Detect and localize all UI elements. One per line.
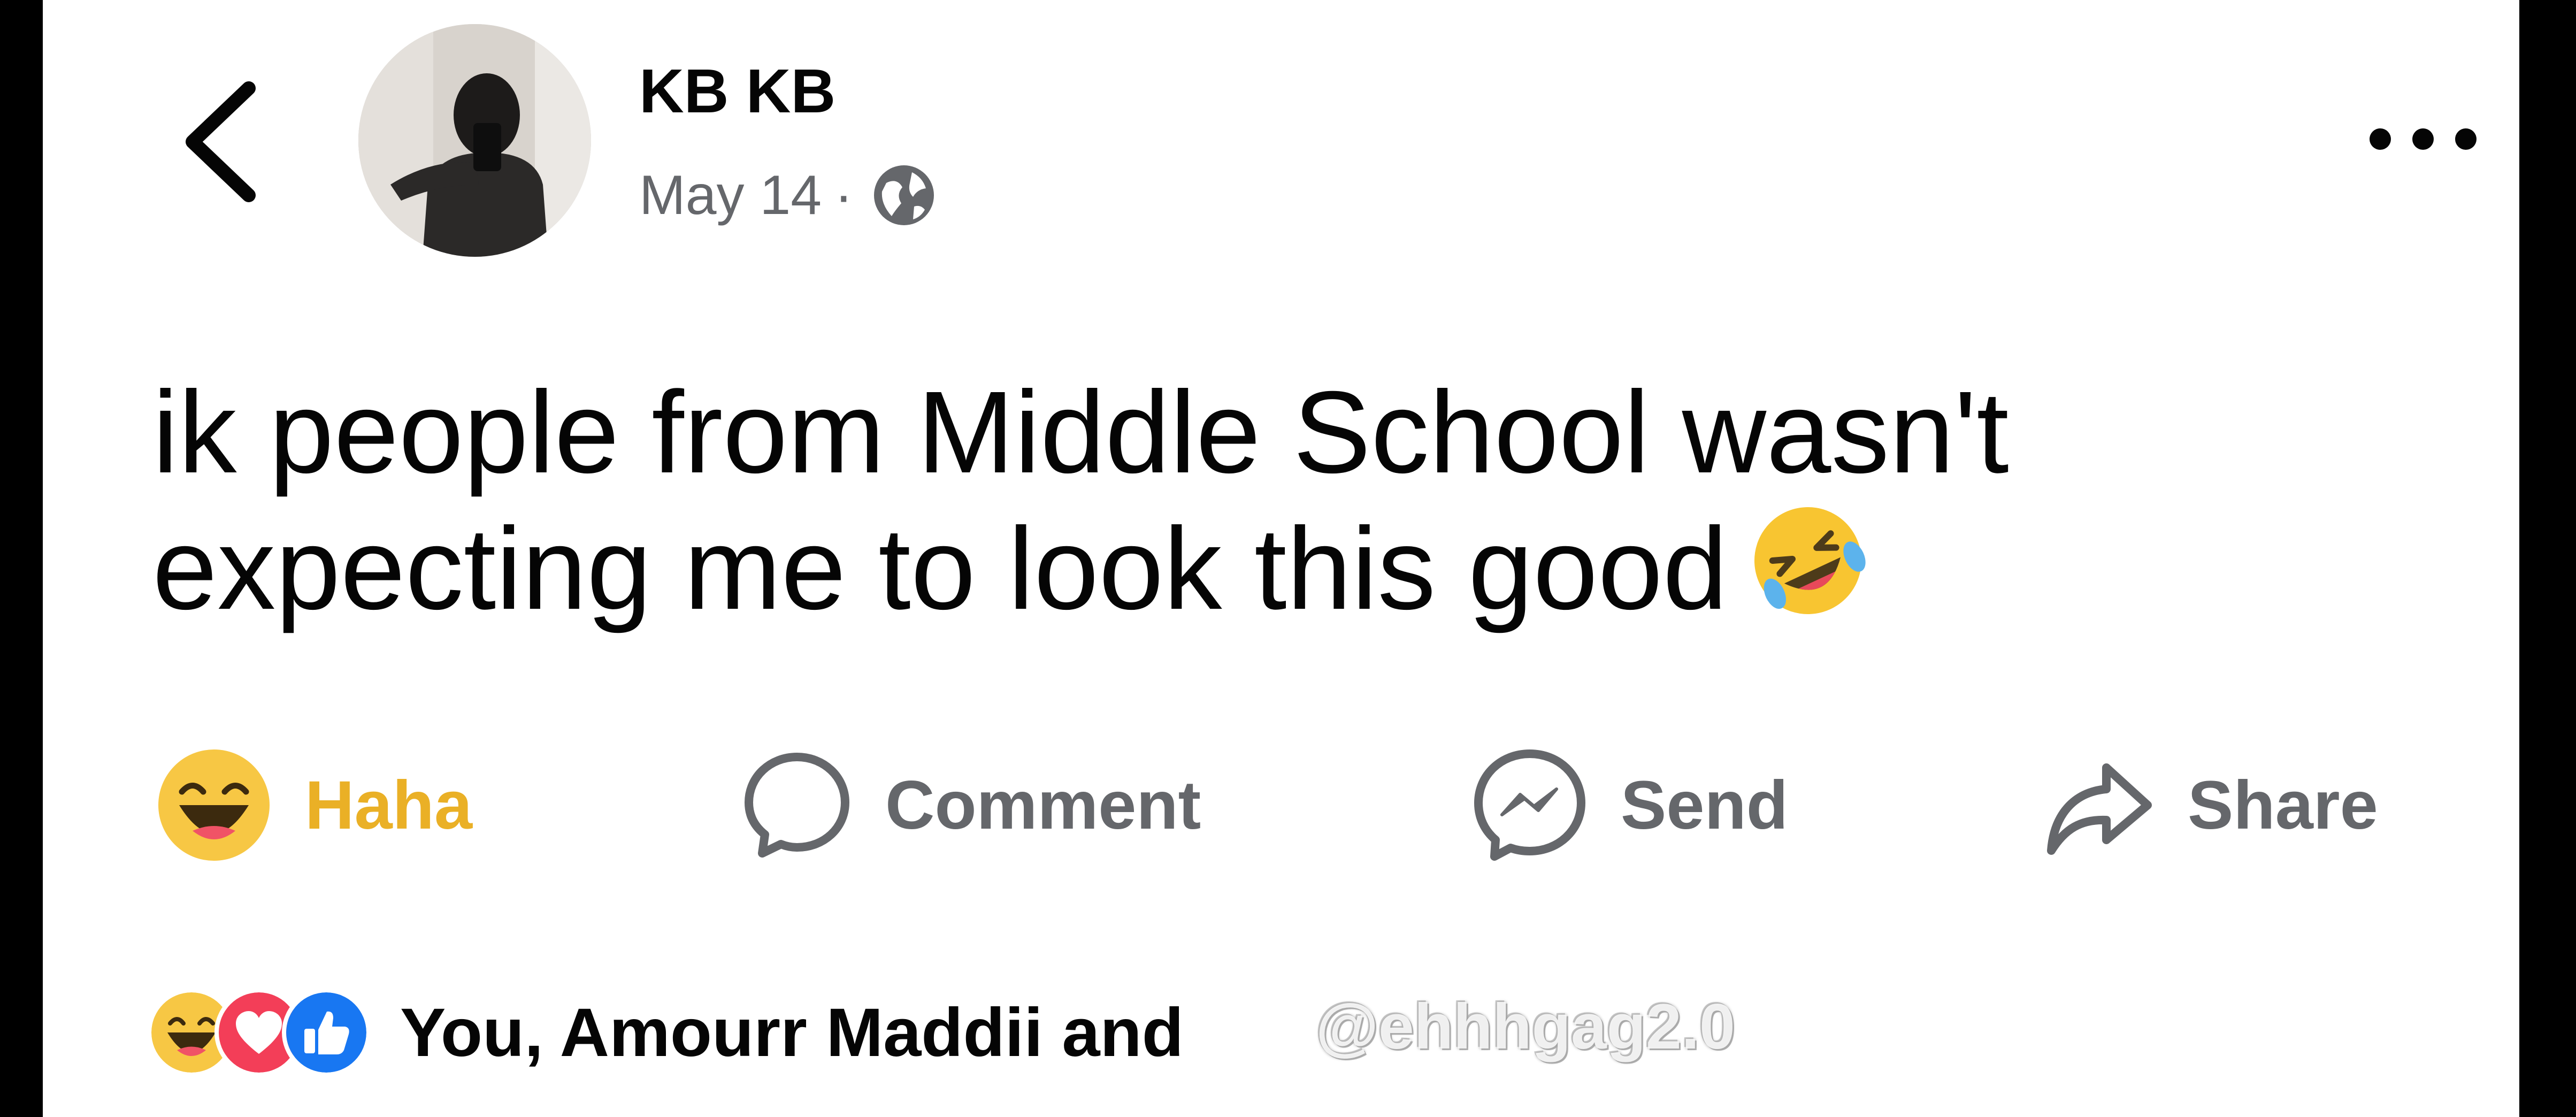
post-text-line-2: expecting me to look this good [152, 496, 2452, 633]
share-label: Share [2188, 767, 2378, 844]
more-dot [2455, 128, 2477, 150]
post-card: KB KB May 14 · ik people from Middle Sch… [43, 0, 2519, 1117]
rolling-on-floor-laughing-emoji [1754, 507, 1866, 614]
send-button[interactable]: Send [1471, 738, 1788, 872]
reactions-text: You, Amourr Maddii and [400, 994, 1184, 1071]
more-dot [2412, 128, 2434, 150]
haha-icon [158, 749, 270, 861]
more-options-button[interactable] [2370, 123, 2477, 155]
author-name[interactable]: KB KB [639, 60, 835, 122]
haha-label: Haha [305, 767, 472, 844]
post-meta: May 14 · [639, 163, 938, 227]
globe-icon [873, 165, 934, 225]
post-text: ik people from Middle School wasn't expe… [152, 369, 2452, 632]
watermark: @ehhhgag2.0 [1316, 991, 1735, 1062]
comment-label: Comment [885, 767, 1201, 844]
meta-separator: · [834, 164, 853, 226]
send-label: Send [1621, 767, 1788, 844]
haha-reaction-button[interactable]: Haha [155, 738, 472, 872]
like-icon [282, 988, 371, 1077]
messenger-icon [1474, 749, 1585, 861]
post-text-line-1: ik people from Middle School wasn't [152, 368, 2009, 498]
back-chevron-icon[interactable] [177, 80, 262, 203]
comment-icon [745, 753, 849, 858]
comment-button[interactable]: Comment [741, 738, 1201, 872]
more-dot [2370, 128, 2391, 150]
reactions-summary[interactable]: You, Amourr Maddii and [147, 979, 1184, 1086]
post-date[interactable]: May 14 [639, 164, 822, 227]
post-text-line-2-content: expecting me to look this good [152, 503, 1728, 634]
reaction-icons [147, 988, 371, 1077]
author-avatar[interactable] [358, 24, 591, 257]
share-arrow-icon [2047, 763, 2152, 855]
share-button[interactable]: Share [2043, 738, 2378, 872]
